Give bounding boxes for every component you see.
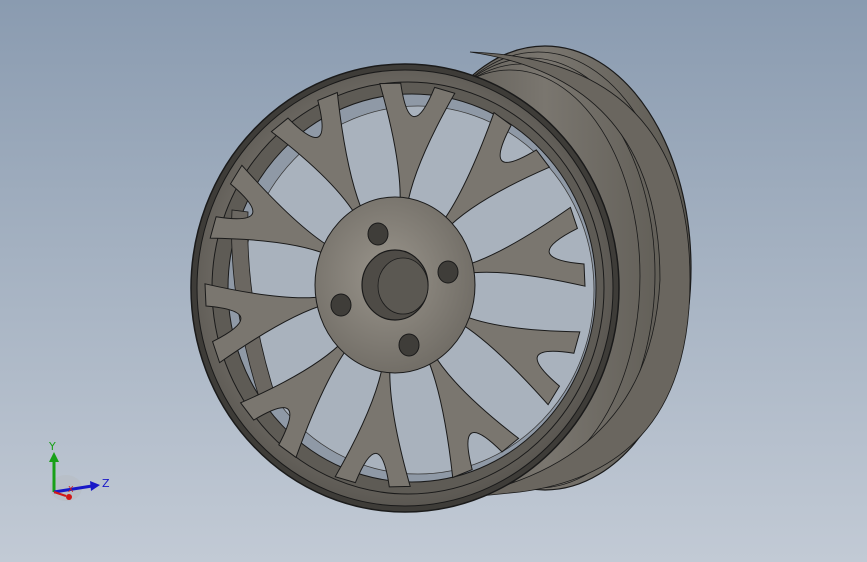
wheel-hub — [314, 196, 476, 374]
x-axis-label: X — [68, 485, 74, 494]
graphics-viewport[interactable]: Y Z X — [0, 0, 867, 562]
y-axis-arrow — [49, 452, 59, 462]
wheel-model[interactable] — [0, 0, 867, 562]
y-axis-label: Y — [48, 440, 56, 453]
z-axis-arrow — [90, 481, 100, 491]
z-axis-label: Z — [102, 477, 110, 490]
view-triad: Y Z X — [48, 440, 110, 501]
x-axis-arrow — [66, 494, 72, 500]
